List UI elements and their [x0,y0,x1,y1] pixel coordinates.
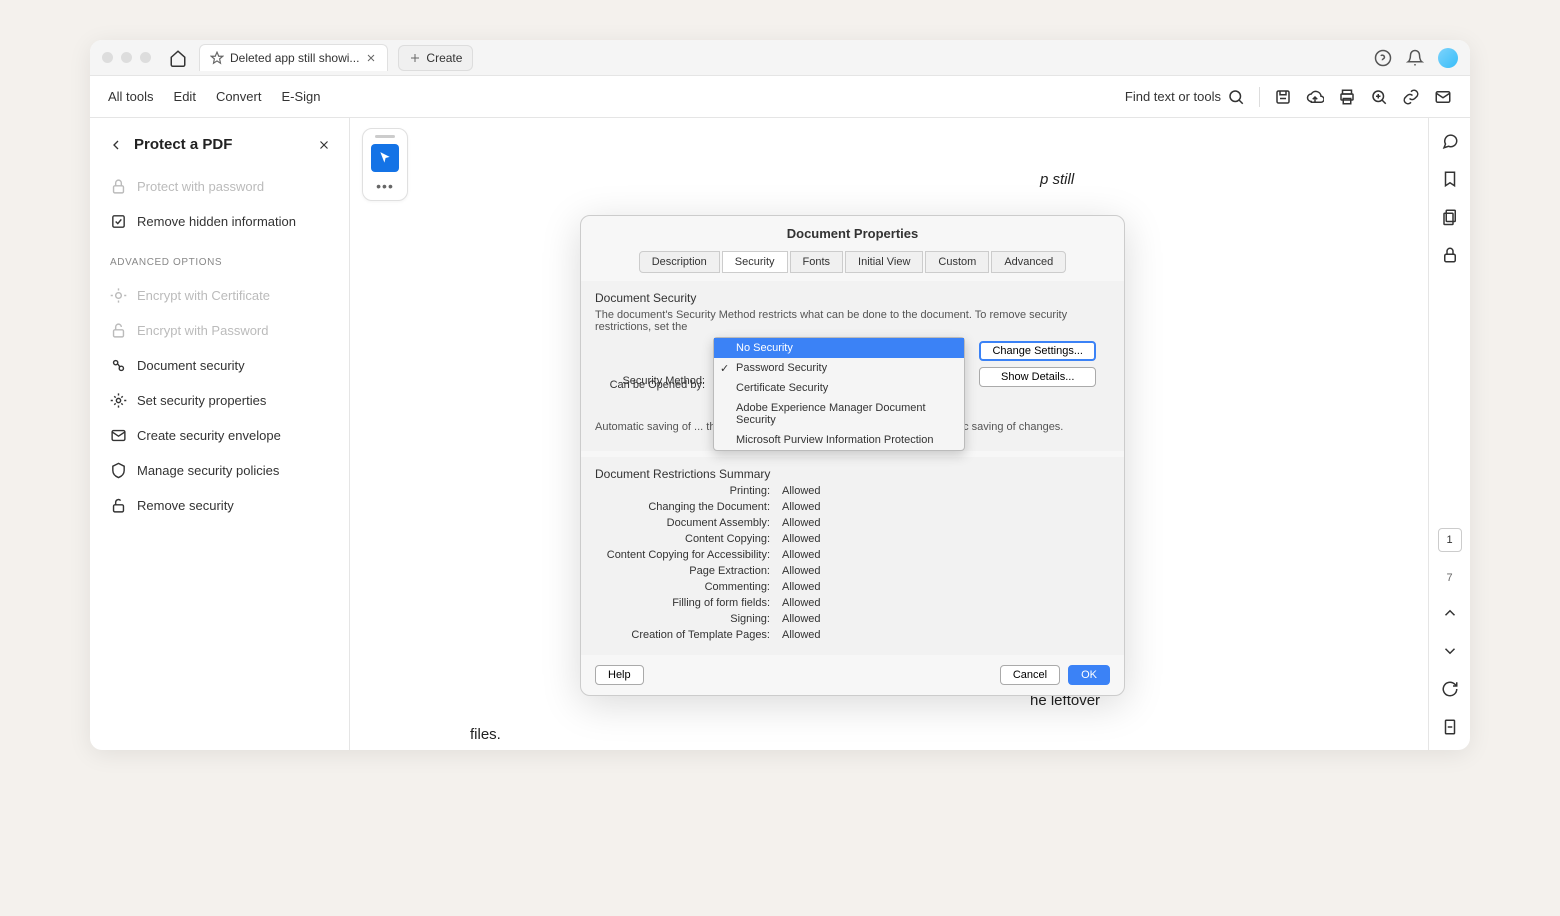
sidebar-item-set-sec-props[interactable]: Set security properties [100,383,339,418]
avatar[interactable] [1438,48,1458,68]
dropdown-option[interactable]: Adobe Experience Manager Document Securi… [714,398,964,430]
page-current[interactable]: 1 [1438,528,1462,552]
sidebar-item-doc-security[interactable]: Document security [100,348,339,383]
search-plus-icon[interactable] [1370,88,1388,106]
restriction-row: Changing the Document:Allowed [595,501,1110,513]
home-icon[interactable] [169,49,187,67]
menu-all-tools[interactable]: All tools [108,89,154,104]
restrictions-heading: Document Restrictions Summary [595,467,1110,481]
app-window: Deleted app still showi... Create All to… [90,40,1470,750]
plus-icon [409,52,421,64]
dropdown-option[interactable]: Password Security [714,358,964,378]
cloud-upload-icon[interactable] [1306,88,1324,106]
mail-icon[interactable] [1434,88,1452,106]
sidebar-item-manage-policies[interactable]: Manage security policies [100,453,339,488]
menu-edit[interactable]: Edit [174,89,196,104]
right-panel: 1 7 [1428,118,1470,750]
back-icon[interactable] [108,137,124,153]
pages-icon[interactable] [1441,208,1459,226]
tab-title: Deleted app still showi... [230,51,359,65]
security-heading: Document Security [595,291,1110,305]
security-method-dropdown[interactable]: No SecurityPassword SecurityCertificate … [713,337,965,451]
restriction-row: Content Copying:Allowed [595,533,1110,545]
menu-esign[interactable]: E-Sign [281,89,320,104]
help-icon[interactable] [1374,49,1392,67]
dialog-tab-description[interactable]: Description [639,251,720,273]
titlebar: Deleted app still showi... Create [90,40,1470,76]
restriction-row: Printing:Allowed [595,485,1110,497]
restriction-row: Page Extraction:Allowed [595,565,1110,577]
dialog-tab-initial-view[interactable]: Initial View [845,251,923,273]
document-tab[interactable]: Deleted app still showi... [199,44,388,71]
dialog-tab-security[interactable]: Security [722,251,788,273]
sidebar: Protect a PDF Protect with passwordRemov… [90,118,350,750]
save-icon[interactable] [1274,88,1292,106]
print-icon[interactable] [1338,88,1356,106]
link-icon[interactable] [1402,88,1420,106]
dialog-tab-fonts[interactable]: Fonts [790,251,844,273]
bookmark-icon[interactable] [1441,170,1459,188]
window-controls[interactable] [102,52,151,63]
search-icon [1227,88,1245,106]
page-fit-icon[interactable] [1441,718,1459,736]
sidebar-item-encrypt-cert: Encrypt with Certificate [100,278,339,313]
cancel-button[interactable]: Cancel [1000,665,1060,685]
restriction-row: Commenting:Allowed [595,581,1110,593]
page-total: 7 [1446,572,1452,584]
sidebar-item-create-envelope[interactable]: Create security envelope [100,418,339,453]
dialog-tabs: DescriptionSecurityFontsInitial ViewCust… [581,251,1124,281]
help-button[interactable]: Help [595,665,644,685]
menu-convert[interactable]: Convert [216,89,262,104]
dialog-tab-advanced[interactable]: Advanced [991,251,1066,273]
cursor-tool-icon[interactable] [371,144,399,172]
lock-icon[interactable] [1441,246,1459,264]
bell-icon[interactable] [1406,49,1424,67]
dropdown-option[interactable]: No Security [714,338,964,358]
close-sidebar-icon[interactable] [317,138,331,152]
chevron-up-icon[interactable] [1441,604,1459,622]
ok-button[interactable]: OK [1068,665,1110,685]
chevron-down-icon[interactable] [1441,642,1459,660]
find-text[interactable]: Find text or tools [1125,88,1245,106]
sidebar-title: Protect a PDF [134,136,232,153]
restriction-row: Filling of form fields:Allowed [595,597,1110,609]
dialog-title: Document Properties [581,216,1124,251]
thumbnail-tool[interactable]: ••• [362,128,408,201]
sidebar-item-encrypt-pass: Encrypt with Password [100,313,339,348]
sidebar-item-protect-password: Protect with password [100,169,339,204]
comment-icon[interactable] [1441,132,1459,150]
dropdown-option[interactable]: Microsoft Purview Information Protection [714,430,964,450]
restriction-row: Creation of Template Pages:Allowed [595,629,1110,641]
opened-by-label: Can be Opened by: [595,379,705,391]
advanced-heading: ADVANCED OPTIONS [100,241,339,276]
thumbnail-more[interactable]: ••• [376,178,394,194]
sidebar-item-remove-security[interactable]: Remove security [100,488,339,523]
change-settings-button[interactable]: Change Settings... [979,341,1096,361]
tool-menu: All tools Edit Convert E-Sign [108,89,321,104]
restriction-row: Content Copying for Accessibility:Allowe… [595,549,1110,561]
dropdown-option[interactable]: Certificate Security [714,378,964,398]
restriction-row: Document Assembly:Allowed [595,517,1110,529]
toolbar: All tools Edit Convert E-Sign Find text … [90,76,1470,118]
star-icon [210,51,224,65]
close-tab-icon[interactable] [365,52,377,64]
restriction-row: Signing:Allowed [595,613,1110,625]
sidebar-item-remove-hidden[interactable]: Remove hidden information [100,204,339,239]
dialog-tab-custom[interactable]: Custom [925,251,989,273]
create-button[interactable]: Create [398,45,473,71]
document-properties-dialog: Document Properties DescriptionSecurityF… [580,215,1125,696]
refresh-icon[interactable] [1441,680,1459,698]
thumbnail-strip: ••• [350,118,420,750]
security-text: The document's Security Method restricts… [595,309,1110,333]
